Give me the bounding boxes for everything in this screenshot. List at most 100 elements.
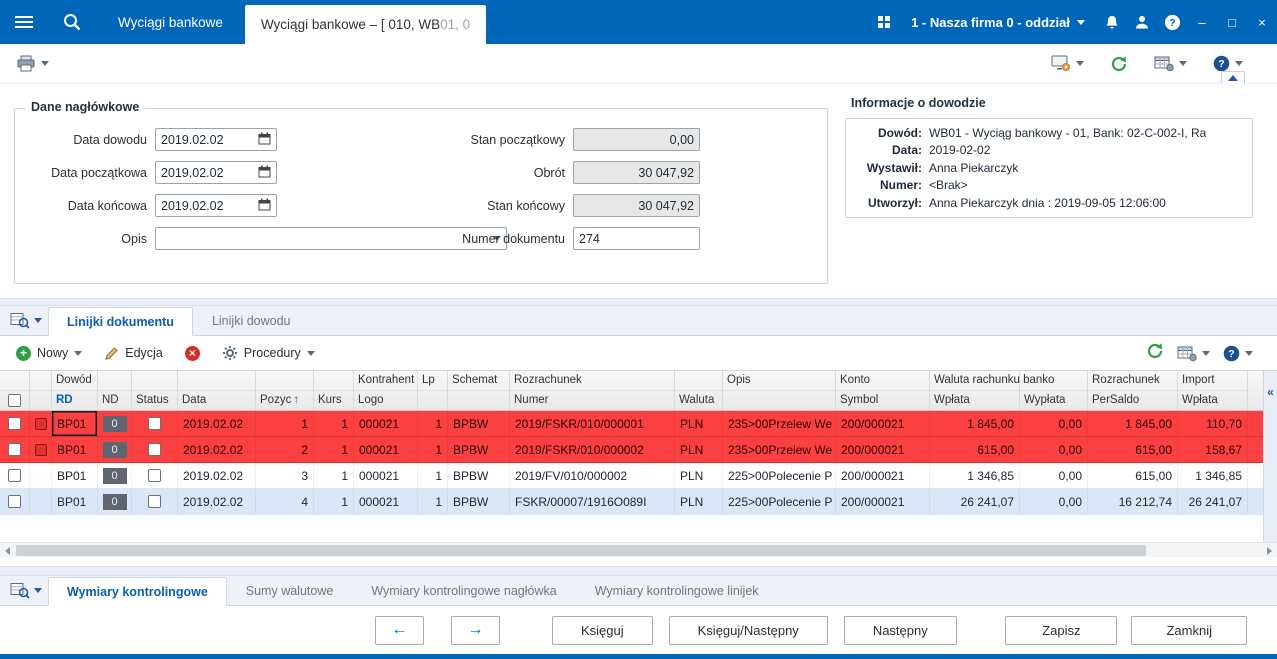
grid-column-header[interactable]: Import Wpłata — [1178, 371, 1248, 410]
grid-help-button[interactable]: ? — [1223, 345, 1253, 362]
row-checkbox[interactable] — [8, 495, 21, 508]
collapse-header-button[interactable] — [1221, 71, 1245, 84]
grid-column-header[interactable]: Dowód RD — [52, 371, 98, 410]
zapisz-button[interactable]: Zapisz — [1005, 615, 1118, 645]
field-value: 30 047,92 — [638, 198, 694, 213]
user-button[interactable] — [1127, 14, 1157, 30]
next-button[interactable]: → — [451, 615, 500, 645]
status-checkbox[interactable] — [148, 443, 161, 456]
panel-splitter[interactable] — [0, 566, 1277, 576]
scrollbar-thumb[interactable] — [16, 545, 1146, 556]
grid-column-header[interactable]: Waluta — [675, 371, 723, 410]
status-checkbox[interactable] — [148, 417, 161, 430]
row-checkbox[interactable] — [8, 469, 21, 482]
view-settings-button[interactable] — [1045, 51, 1090, 76]
grid-settings-button[interactable] — [1177, 345, 1210, 362]
header-group-label — [1020, 371, 1087, 390]
notifications-button[interactable] — [1097, 14, 1127, 31]
delete-button[interactable]: × — [177, 342, 208, 365]
tab-wymiary-naglowka[interactable]: Wymiary kontrolingowe nagłówka — [352, 576, 575, 605]
grid-column-header[interactable]: Kontrahent Logo — [354, 371, 418, 410]
row-checkbox[interactable] — [8, 417, 21, 430]
nowy-button[interactable]: + Nowy — [8, 342, 90, 365]
header-cell-label: RD — [52, 390, 97, 410]
grid-column-header[interactable]: Rozrachunek Numer — [510, 371, 675, 410]
table-row[interactable]: BP01 0 2019.02.02 1 1 000021 1 BPBW 2019/FSKR/01… — [0, 411, 1277, 437]
table-row[interactable]: BP01 0 2019.02.02 2 1 000021 1 BPBW 2019/FSKR/01… — [0, 437, 1277, 463]
form-row: Stan końcowy 30 047,92 — [375, 189, 715, 222]
close-button[interactable]: × — [1247, 15, 1277, 30]
grid-column-header[interactable]: Rozrachunek PerSaldo — [1088, 371, 1178, 410]
grid-column-header[interactable] — [0, 371, 30, 410]
field-value: 30 047,92 — [638, 165, 694, 180]
cell-ind — [30, 437, 52, 462]
date-input[interactable]: 2019.02.02 — [155, 194, 277, 217]
company-selector[interactable]: 1 - Nasza firma 0 - oddział — [899, 15, 1097, 30]
cell-logo: 000021 — [354, 489, 418, 514]
grid-column-header[interactable]: Opis — [723, 371, 836, 410]
collapse-panel-button[interactable]: « — [1263, 371, 1277, 542]
row-checkbox[interactable] — [8, 443, 21, 456]
bottom-filter-button[interactable] — [6, 582, 48, 599]
nastepny-button[interactable]: Następny — [843, 615, 957, 645]
tab-wymiary-kontrolingowe[interactable]: Wymiary kontrolingowe — [48, 577, 227, 606]
caret-up-icon — [1228, 75, 1238, 81]
grid-column-header[interactable]: ND — [98, 371, 132, 410]
grid-column-header[interactable] — [30, 371, 52, 410]
minimize-button[interactable]: – — [1187, 15, 1217, 30]
tab-linijki-dowodu[interactable]: Linijki dowodu — [193, 306, 310, 335]
cell-schemat: BPBW — [448, 411, 510, 436]
zamknij-button[interactable]: Zamknij — [1131, 615, 1247, 645]
prev-button[interactable]: ← — [375, 615, 424, 645]
edycja-button[interactable]: Edycja — [96, 342, 171, 365]
grid-column-header[interactable]: Waluta rachunku banko Wpłata — [930, 371, 1054, 410]
grid-column-header[interactable]: Pozyc ↑ — [256, 371, 314, 410]
ksieguj-button[interactable]: Księguj — [552, 615, 653, 645]
tab-wymiary-linijek[interactable]: Wymiary kontrolingowe linijek — [576, 576, 778, 605]
grid-column-header[interactable]: Kurs — [314, 371, 354, 410]
scroll-left-button[interactable] — [0, 543, 15, 558]
table-row[interactable]: BP01 0 2019.02.02 4 1 000021 1 BPBW FSKR/00007/1… — [0, 489, 1277, 515]
refresh-button[interactable] — [1104, 51, 1134, 77]
print-button[interactable] — [10, 51, 55, 77]
scroll-right-button[interactable] — [1262, 543, 1277, 558]
status-checkbox[interactable] — [148, 469, 161, 482]
search-button[interactable] — [48, 0, 96, 44]
cell-data: 2019.02.02 — [178, 489, 256, 514]
calendar-icon[interactable] — [258, 132, 271, 148]
calendar-icon[interactable] — [258, 198, 271, 214]
grid-column-header[interactable]: Konto Symbol — [836, 371, 930, 410]
grid-column-header[interactable]: Lp — [418, 371, 448, 410]
cell-symbol: 200/000021 — [836, 463, 930, 488]
pencil-icon — [105, 346, 118, 360]
table-row[interactable]: BP01 0 2019.02.02 3 1 000021 1 BPBW 2019/FV/010/… — [0, 463, 1277, 489]
topbar-right: 1 - Nasza firma 0 - oddział ? – □ × — [869, 0, 1277, 44]
info-label: Data: — [891, 143, 922, 158]
calendar-icon[interactable] — [258, 165, 271, 181]
status-checkbox[interactable] — [148, 495, 161, 508]
numer-dokumentu-input[interactable]: 274 — [573, 227, 700, 250]
select-all-checkbox[interactable] — [8, 394, 21, 408]
grid-refresh-button[interactable] — [1146, 342, 1164, 365]
maximize-button[interactable]: □ — [1217, 15, 1247, 30]
topbar-help-button[interactable]: ? — [1157, 14, 1187, 31]
procedury-button[interactable]: Procedury — [214, 341, 323, 365]
hamburger-menu-button[interactable] — [0, 0, 48, 44]
grid-filter-button[interactable] — [6, 312, 48, 329]
grid-column-header[interactable]: Schemat — [448, 371, 510, 410]
row-alert-indicator — [34, 417, 47, 430]
date-input[interactable]: 2019.02.02 — [155, 161, 277, 184]
apps-grid-button[interactable] — [869, 16, 899, 28]
tab-linijki-dokumentu[interactable]: Linijki dokumentu — [48, 307, 193, 336]
topbar-tab-wyciagi[interactable]: Wyciągi bankowe — [96, 0, 245, 44]
ksieguj-nastepny-button[interactable]: Księguj/Następny — [668, 615, 828, 645]
topbar-tab-active[interactable]: Wyciągi bankowe – [ 010, WB 01, 0 — [244, 5, 487, 44]
header-cell-label — [723, 390, 835, 410]
grid-column-header[interactable]: Status — [132, 371, 178, 410]
grid-column-header[interactable]: Data — [178, 371, 256, 410]
grid-column-header[interactable]: Wypłata — [1020, 371, 1088, 410]
tab-sumy-walutowe[interactable]: Sumy walutowe — [227, 576, 353, 605]
date-input[interactable]: 2019.02.02 — [155, 128, 277, 151]
table-settings-button[interactable] — [1148, 51, 1193, 76]
plus-icon: + — [16, 345, 31, 361]
